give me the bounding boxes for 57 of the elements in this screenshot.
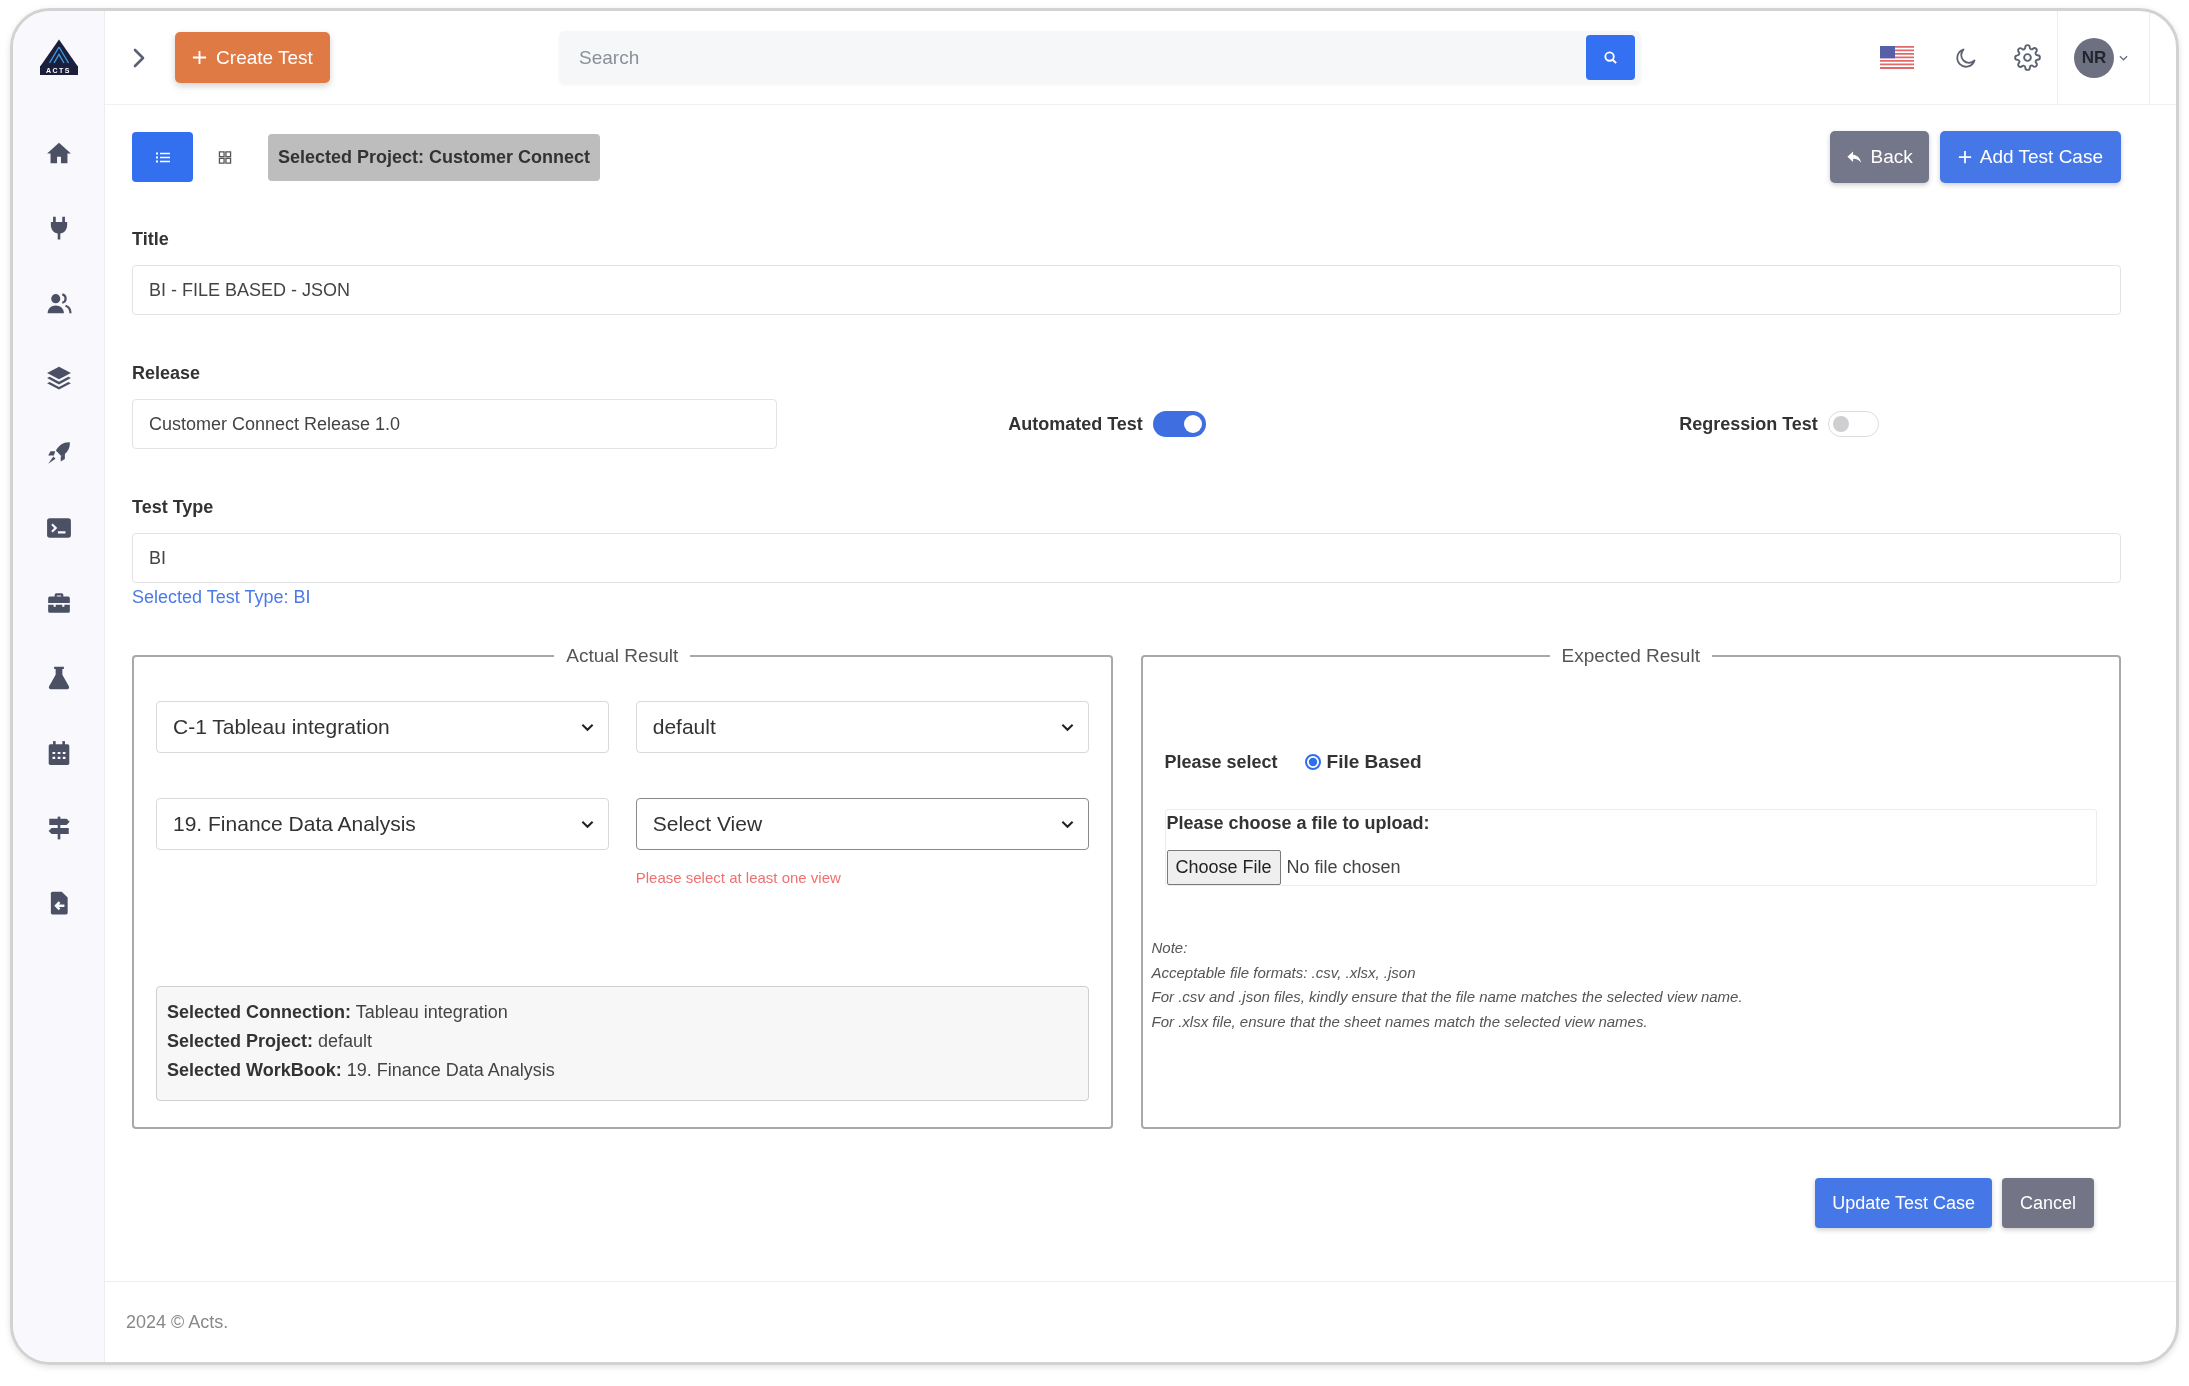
field-label: Title [132, 228, 170, 251]
field-label: Test Type [132, 496, 215, 519]
dropdown[interactable]: Select View [635, 798, 1089, 850]
toolbox-icon[interactable] [45, 590, 72, 616]
error-message: Please select at least one view [635, 868, 842, 888]
radio-button[interactable] [1304, 754, 1321, 770]
flag-icon[interactable] [1880, 46, 1914, 69]
chevron-down-icon [580, 722, 594, 732]
plus-icon [1957, 150, 1972, 164]
layers-icon[interactable] [45, 365, 72, 391]
users-icon[interactable] [45, 290, 72, 316]
file-status: No file chosen [1286, 857, 1401, 878]
chevron-down-icon [1060, 819, 1074, 829]
text-field[interactable]: BI - FILE BASED - JSON [132, 265, 2121, 315]
summary-line: Selected WorkBook: 19. Finance Data Analysis [167, 1059, 556, 1082]
project-badge: Selected Project: Customer Connect [268, 133, 601, 181]
field-label: Release [132, 362, 202, 385]
upload-label: Please choose a file to upload: [1166, 812, 1431, 835]
panel-title: Expected Result [1560, 644, 1701, 668]
plus-icon [192, 50, 208, 65]
radio-label[interactable]: File Based [1326, 751, 1422, 773]
update-button[interactable]: Update Test Case [1815, 1178, 1992, 1228]
summary-line: Selected Connection: Tableau integration [167, 1001, 509, 1024]
caret-down-icon[interactable] [2119, 54, 2128, 61]
footer-text: 2024 © Acts. [126, 1311, 229, 1333]
terminal-icon[interactable] [45, 515, 72, 541]
list-icon [155, 150, 170, 164]
toggle-switch[interactable] [1827, 411, 1879, 437]
logo-icon[interactable] [39, 39, 78, 66]
note-text: Note: [1151, 938, 1189, 958]
text-field[interactable]: Customer Connect Release 1.0 [132, 399, 777, 449]
selected-type-note: Selected Test Type: BI [132, 586, 311, 609]
dropdown[interactable]: 19. Finance Data Analysis [156, 798, 609, 850]
note-text: For .csv and .json files, kindly ensure that the file name matches the selected view name. [1151, 987, 1744, 1007]
search-button[interactable] [1586, 35, 1635, 80]
home-icon[interactable] [45, 140, 72, 166]
dropdown[interactable]: default [635, 701, 1089, 753]
note-text: Acceptable file formats: .csv, .xlsx, .json [1151, 962, 1417, 983]
dropdown[interactable]: C-1 Tableau integration [156, 701, 609, 753]
rocket-icon[interactable] [45, 440, 72, 466]
chevron-down-icon [1060, 722, 1074, 732]
chevron-down-icon [580, 819, 594, 829]
toggle-switch[interactable] [1152, 411, 1206, 437]
toggle-label: Automated Test [1008, 413, 1143, 435]
summary-line: Selected Project: default [167, 1030, 374, 1053]
toggle-label: Regression Test [1679, 413, 1818, 435]
panel-title: Actual Result [565, 644, 680, 668]
prompt-label: Please select [1164, 751, 1278, 773]
note-text: For .xlsx file, ensure that the sheet names match the selected view names. [1151, 1011, 1649, 1032]
choose-file-button[interactable]: Choose File [1166, 850, 1281, 885]
cancel-button[interactable]: Cancel [2001, 1178, 2094, 1228]
settings-icon[interactable] [2014, 44, 2041, 71]
search-icon [1603, 50, 1618, 65]
back-button[interactable]: Back [1829, 131, 1929, 183]
add-test-case-button[interactable]: Add Test Case [1939, 131, 2121, 183]
text-field[interactable]: BI [132, 533, 2121, 583]
grid-icon [218, 150, 232, 164]
